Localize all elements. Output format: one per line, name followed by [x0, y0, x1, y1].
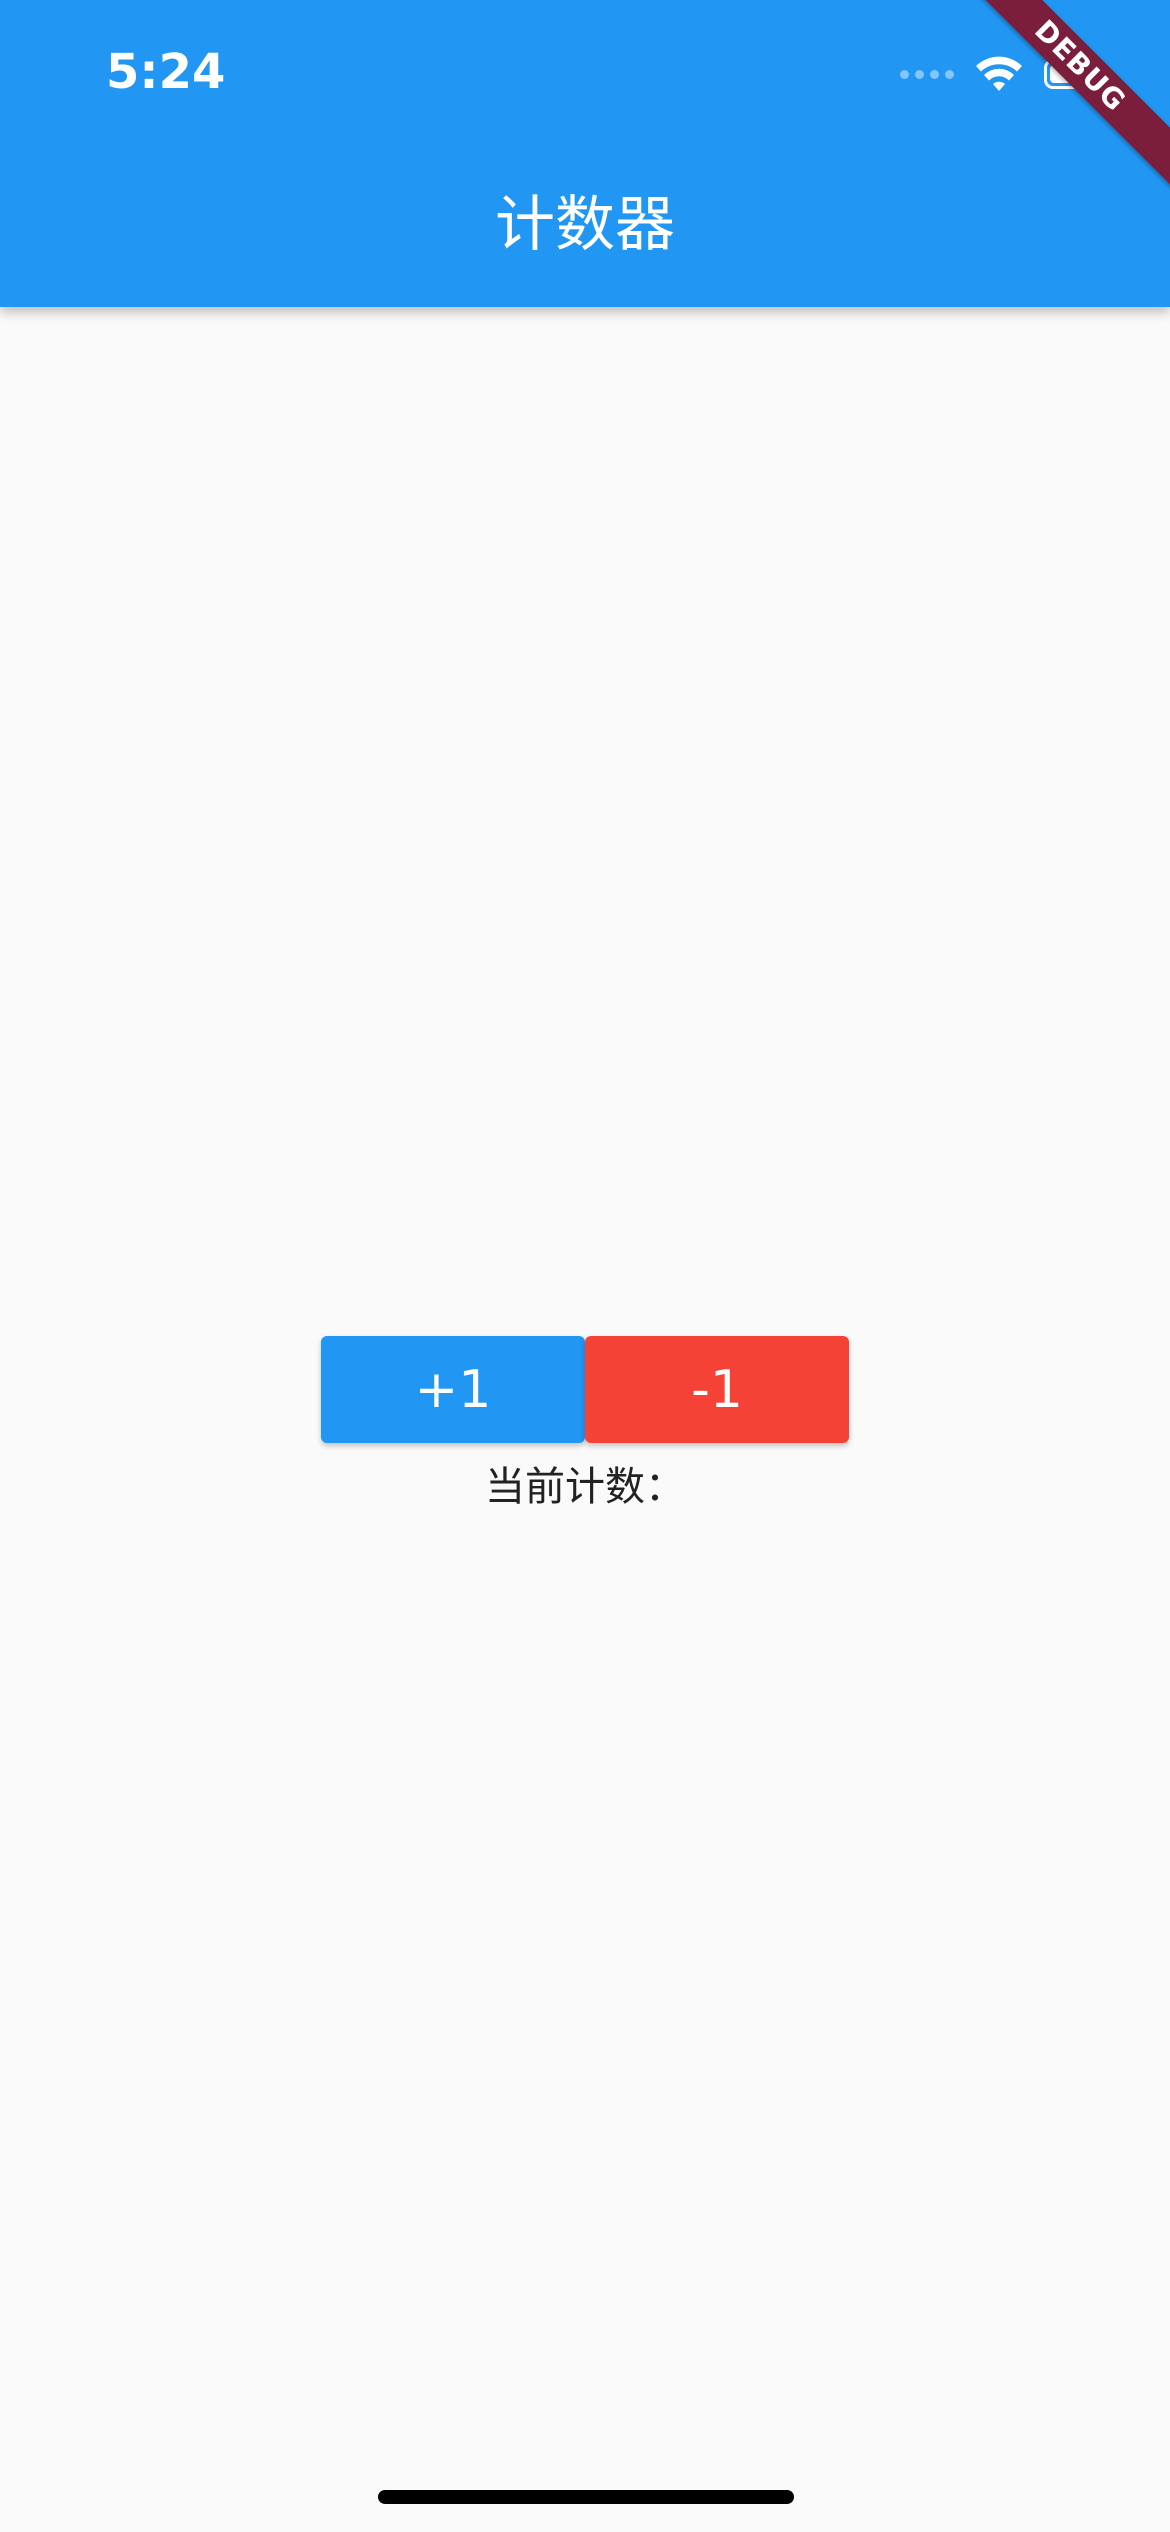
- button-row: +1 -1: [321, 1336, 849, 1443]
- status-icons: [900, 50, 1110, 98]
- app-screen: 5:24 计数器 DEBUG +1 -1 当前计数：: [0, 0, 1170, 2532]
- count-label: 当前计数：: [485, 1464, 685, 1510]
- count-display: 当前计数：: [485, 1461, 685, 1513]
- signal-dots-icon: [900, 69, 954, 79]
- app-bar: 5:24 计数器: [0, 0, 1170, 307]
- decrement-button[interactable]: -1: [585, 1336, 849, 1443]
- status-time: 5:24: [106, 44, 226, 100]
- battery-icon: [1044, 59, 1110, 89]
- home-indicator[interactable]: [378, 2490, 794, 2504]
- wifi-icon: [976, 56, 1022, 91]
- page-title: 计数器: [495, 190, 675, 260]
- counter-panel: +1 -1 当前计数：: [0, 1336, 1170, 1513]
- increment-button[interactable]: +1: [321, 1336, 585, 1443]
